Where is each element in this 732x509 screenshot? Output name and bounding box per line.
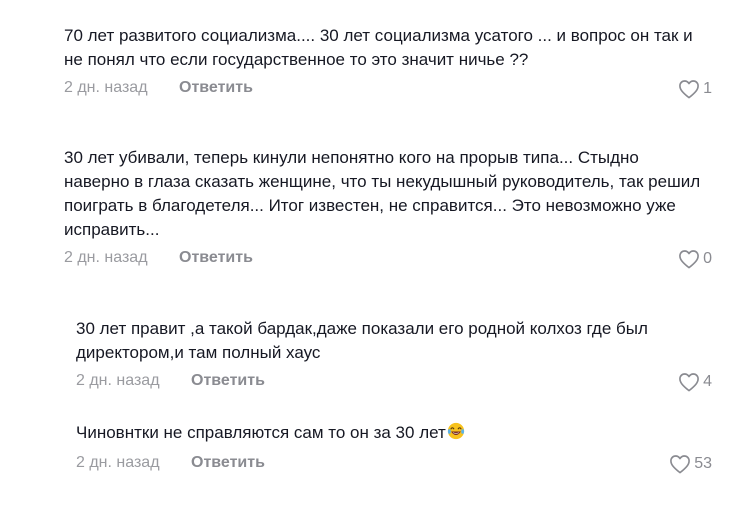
like-count: 4	[703, 373, 712, 390]
like-button[interactable]: 1	[678, 77, 712, 101]
comment-item: 30 лет убивали, теперь кинули непонятно …	[64, 146, 712, 271]
comment-meta: 2 дн. назад Ответить 1	[64, 77, 712, 101]
like-button[interactable]: 0	[678, 247, 712, 271]
like-button[interactable]: 4	[678, 370, 712, 394]
comment-timestamp: 2 дн. назад	[76, 372, 160, 389]
like-count: 1	[703, 80, 712, 97]
comment-item: Чиновнтки не справляются сам то он за 30…	[76, 421, 712, 476]
comment-meta: 2 дн. назад Ответить 53	[76, 452, 712, 476]
comment-timestamp: 2 дн. назад	[76, 454, 160, 471]
comment-item: 30 лет правит ,а такой бардак,даже показ…	[76, 317, 712, 394]
reply-button[interactable]: Ответить	[179, 249, 253, 267]
like-count: 0	[703, 250, 712, 267]
reply-button[interactable]: Ответить	[191, 372, 265, 390]
laughing-crying-face-icon	[447, 422, 465, 447]
comment-text-content: Чиновнтки не справляются сам то он за 30…	[76, 423, 446, 442]
comment-item: 70 лет развитого социализма.... 30 лет с…	[64, 24, 712, 101]
comment-timestamp: 2 дн. назад	[64, 79, 148, 96]
comment-meta: 2 дн. назад Ответить 4	[76, 370, 712, 394]
reply-button[interactable]: Ответить	[191, 454, 265, 472]
comment-text: Чиновнтки не справляются сам то он за 30…	[76, 421, 712, 447]
heart-outline-icon	[678, 372, 700, 392]
comment-text: 30 лет убивали, теперь кинули непонятно …	[64, 148, 701, 239]
heart-outline-icon	[678, 249, 700, 269]
like-button[interactable]: 53	[669, 452, 712, 476]
comment-timestamp: 2 дн. назад	[64, 249, 148, 266]
like-count: 53	[694, 455, 712, 472]
heart-outline-icon	[678, 79, 700, 99]
comment-text: 30 лет правит ,а такой бардак,даже показ…	[76, 319, 648, 362]
comment-text: 70 лет развитого социализма.... 30 лет с…	[64, 26, 693, 69]
comment-meta: 2 дн. назад Ответить 0	[64, 247, 712, 271]
heart-outline-icon	[669, 454, 691, 474]
reply-button[interactable]: Ответить	[179, 79, 253, 97]
